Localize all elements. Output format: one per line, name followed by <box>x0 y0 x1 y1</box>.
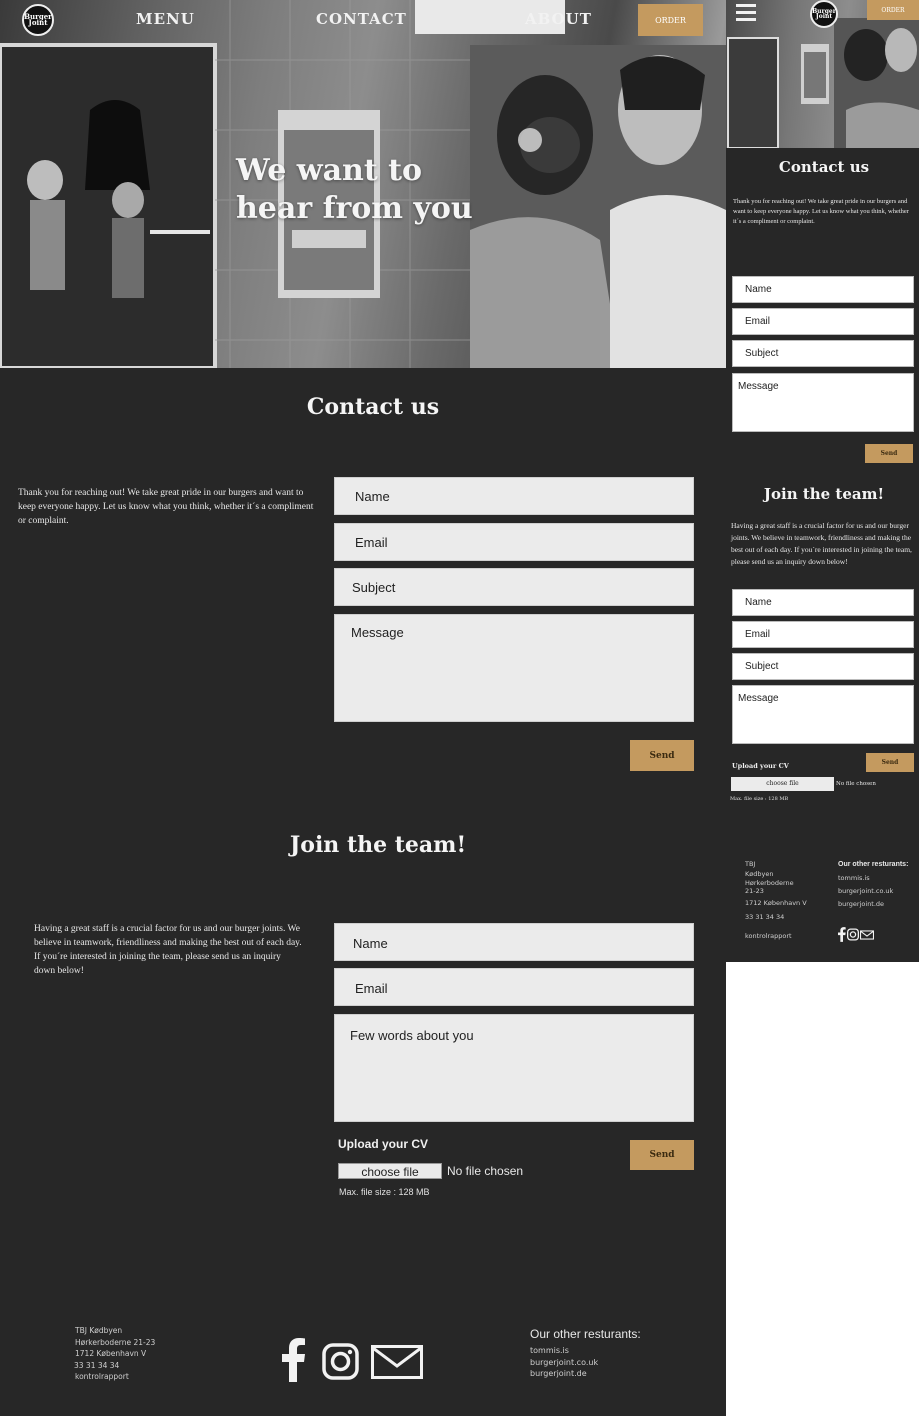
footer-address-line1: TBJ Kødbyen <box>75 1326 123 1335</box>
contact-name-field[interactable]: Name <box>334 477 694 515</box>
join-email-field[interactable]: Email <box>334 968 694 1006</box>
join-choose-file-button[interactable]: choose file <box>338 1163 442 1179</box>
join-email-placeholder: Email <box>355 981 388 996</box>
footer-kontrol-link[interactable]: kontrolrapport <box>75 1371 155 1383</box>
contact-message-field[interactable]: Message <box>334 614 694 722</box>
mobile-logo-text: Burger Joint <box>812 7 836 20</box>
footer-phone: 33 31 34 34 <box>74 1360 120 1370</box>
facebook-icon[interactable] <box>282 1338 306 1382</box>
mobile-join-message-placeholder: Message <box>738 693 779 704</box>
contact-name-placeholder: Name <box>355 489 390 504</box>
mobile-contact-email-field[interactable]: Email <box>732 308 914 335</box>
mobile-footer-other-title: Our other resturants: <box>838 861 909 868</box>
mobile-footer-other-list: tommis.is burgerjoint.co.uk burgerjoint.… <box>838 872 893 911</box>
hamburger-menu-icon-bar-2 <box>736 11 756 14</box>
mobile-join-subject-placeholder: Subject <box>745 661 779 672</box>
mobile-join-name-placeholder: Name <box>745 597 772 608</box>
logo-text: Burger Joint <box>24 11 52 27</box>
mobile-join-max-size-text: Max. file size : 128 MB <box>730 796 789 802</box>
join-name-placeholder: Name <box>353 936 388 951</box>
mobile-join-email-field[interactable]: Email <box>732 621 914 648</box>
join-send-button[interactable]: Send <box>630 1140 694 1170</box>
contact-subject-placeholder: Subject <box>352 580 396 595</box>
contact-message-placeholder: Message <box>351 625 404 640</box>
mobile-join-intro: Having a great staff is a crucial factor… <box>731 521 912 566</box>
footer-other-link-1[interactable]: tommis.is <box>530 1345 598 1357</box>
mobile-instagram-icon[interactable] <box>847 928 859 941</box>
mobile-join-title: Join the team! <box>763 485 885 503</box>
contact-send-button[interactable]: Send <box>630 740 694 771</box>
hero-title-line2: hear from you <box>236 191 473 226</box>
hero-title-line1: We want to <box>236 153 423 188</box>
mobile-footer-kontrol-link[interactable]: kontrolrapport <box>745 932 807 942</box>
footer-other-link-3[interactable]: burgerjoint.de <box>530 1368 598 1380</box>
footer-other-link-2[interactable]: burgerjoint.co.uk <box>530 1357 598 1369</box>
hero-image: Burger Joint MENU CONTACT ABOUT ORDER We… <box>0 0 726 368</box>
desktop-page: Burger Joint MENU CONTACT ABOUT ORDER We… <box>0 0 726 1416</box>
mobile-facebook-icon[interactable] <box>838 927 846 942</box>
join-max-size-text: Max. file size : 128 MB <box>339 1187 430 1197</box>
mobile-footer-other-link-3[interactable]: burgerjoint.de <box>838 898 893 911</box>
mobile-footer-address: TBJ Kødbyen Hørkerboderne 21-23 1712 Køb… <box>745 860 807 942</box>
mobile-contact-message-field[interactable]: Message <box>732 373 914 432</box>
nav-menu-link[interactable]: MENU <box>136 10 195 28</box>
mobile-footer-address-line2: Kødbyen <box>745 869 774 878</box>
mobile-contact-intro: Thank you for reaching out! We take grea… <box>733 198 909 225</box>
nav-contact-link[interactable]: CONTACT <box>316 10 407 28</box>
mobile-order-button[interactable]: ORDER <box>867 0 919 20</box>
footer-address-line3: 1712 København V <box>75 1349 147 1358</box>
mobile-mail-icon[interactable] <box>860 929 874 941</box>
mobile-join-name-field[interactable]: Name <box>732 589 914 616</box>
mobile-join-email-placeholder: Email <box>745 629 771 640</box>
join-title: Join the team! <box>289 832 467 858</box>
mobile-join-no-file-text: No file chosen <box>836 781 876 787</box>
footer-address-line2: Hørkerboderne 21-23 <box>75 1337 156 1347</box>
mail-icon[interactable] <box>371 1345 423 1379</box>
join-no-file-text: No file chosen <box>447 1164 524 1178</box>
contact-title: Contact us <box>306 394 440 420</box>
mobile-footer-other-link-2[interactable]: burgerjoint.co.uk <box>838 885 893 898</box>
mobile-page: Burger Joint ORDER Contact us Thank you … <box>726 0 919 962</box>
mobile-contact-name-placeholder: Name <box>745 284 772 295</box>
join-about-field[interactable]: Few words about you <box>334 1014 694 1122</box>
contact-email-placeholder: Email <box>355 535 388 550</box>
mobile-hero-image: Burger Joint ORDER <box>726 0 919 148</box>
contact-intro: Thank you for reaching out! We take grea… <box>18 488 314 526</box>
hamburger-menu-icon-bar-3 <box>736 18 756 21</box>
mobile-contact-email-placeholder: Email <box>745 316 771 327</box>
hamburger-menu-icon[interactable] <box>736 4 756 7</box>
mobile-join-subject-field[interactable]: Subject <box>732 653 914 680</box>
hero-title: We want to hear from you <box>236 152 473 228</box>
mobile-logo[interactable]: Burger Joint <box>810 0 838 28</box>
join-name-field[interactable]: Name <box>334 923 694 961</box>
join-about-placeholder: Few words about you <box>350 1028 474 1043</box>
mobile-contact-name-field[interactable]: Name <box>732 276 914 303</box>
footer-other-list: tommis.is burgerjoint.co.uk burgerjoint.… <box>530 1345 598 1380</box>
mobile-join-send-button[interactable]: Send <box>866 753 914 772</box>
contact-subject-field[interactable]: Subject <box>334 568 694 606</box>
mobile-footer-phone: 33 31 34 34 <box>745 912 785 921</box>
mobile-contact-message-placeholder: Message <box>738 381 779 392</box>
join-upload-label: Upload your CV <box>338 1137 429 1151</box>
mobile-footer-other-link-1[interactable]: tommis.is <box>838 872 893 885</box>
contact-email-field[interactable]: Email <box>334 523 694 561</box>
join-intro: Having a great staff is a crucial factor… <box>34 924 302 976</box>
mobile-contact-subject-placeholder: Subject <box>745 348 779 359</box>
instagram-icon[interactable] <box>322 1343 359 1380</box>
mobile-footer-address-line5: 1712 København V <box>745 899 807 907</box>
mobile-join-message-field[interactable]: Message <box>732 685 914 744</box>
mobile-footer-address-line1: TBJ <box>745 860 756 868</box>
logo[interactable]: Burger Joint <box>22 4 54 36</box>
nav-about-link[interactable]: ABOUT <box>525 10 592 28</box>
mobile-contact-title: Contact us <box>778 158 870 176</box>
footer-other-title: Our other resturants: <box>530 1327 641 1341</box>
mobile-join-upload-label: Upload your CV <box>732 762 789 770</box>
mobile-contact-send-button[interactable]: Send <box>865 444 913 463</box>
mobile-contact-subject-field[interactable]: Subject <box>732 340 914 367</box>
order-button[interactable]: ORDER <box>638 4 703 36</box>
footer-address: TBJ Kødbyen Hørkerboderne 21-23 1712 Køb… <box>74 1325 156 1383</box>
mobile-join-choose-file-button[interactable]: choose file <box>731 777 834 791</box>
